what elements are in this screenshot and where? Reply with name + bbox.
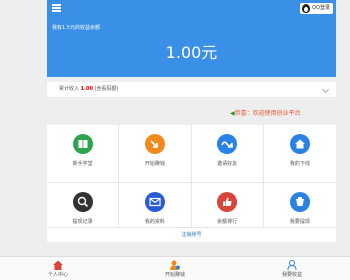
tab-my-earnings[interactable]: 我要收益 [234, 257, 350, 280]
withdraw-icon [289, 192, 310, 212]
top-bar: QQ登录 [47, 0, 336, 17]
book-icon [72, 134, 93, 154]
arrow-icon [144, 134, 165, 154]
grid-item-invite[interactable]: 邀请好友 [191, 125, 264, 183]
chevron-down-icon [321, 85, 330, 94]
income-suffix: (含看码额) [94, 86, 119, 92]
qq-login-label: QQ登录 [312, 5, 330, 11]
user-icon [287, 260, 297, 270]
qq-icon [302, 4, 311, 13]
qq-login-button[interactable]: QQ登录 [300, 3, 333, 14]
thumbs-up-icon [217, 192, 238, 212]
tab-label: 开始赚钱 [164, 272, 185, 278]
tab-label: 个人中心 [47, 272, 68, 278]
search-icon [72, 192, 93, 212]
mail-icon [144, 192, 165, 212]
balance-label: 我有1.5元的收益余额 [52, 25, 100, 31]
grid-item-start-earning[interactable]: 开始赚钱 [119, 125, 192, 183]
tab-start-earning[interactable]: 开始赚钱 [117, 257, 233, 280]
notice-marquee: ◀恭喜：欢迎使用创业平台 [230, 108, 336, 117]
bottom-tab-bar: 个人中心 开始赚钱 我要收益 [0, 256, 350, 280]
income-prefix: 累计收入 [59, 86, 80, 92]
grid-label: 提现记录 [72, 219, 93, 225]
balance-panel: 我有1.5元的收益余额 1.00元 [47, 17, 336, 77]
income-row[interactable]: 累计收入 1.00 (含看码额) [47, 82, 336, 97]
grid-label: 开始赚钱 [144, 161, 165, 167]
grid-item-downline[interactable]: 我的下线 [263, 125, 336, 183]
notice-text: 恭喜：欢迎使用创业平台 [234, 110, 301, 117]
home-icon [53, 260, 63, 270]
menu-icon[interactable] [52, 4, 61, 12]
logout-button[interactable]: 注销账号 [47, 227, 336, 241]
invite-icon [217, 134, 238, 154]
grid-label: 我的下线 [289, 161, 310, 167]
grid-label: 邀请好友 [217, 161, 238, 167]
house-icon [289, 134, 310, 154]
feature-grid: 新手学堂 开始赚钱 邀请好友 我的下线 提现记录 我的资料 余额排行 我要提现 [47, 125, 336, 242]
earn-icon [170, 260, 180, 270]
grid-label: 我要提现 [289, 219, 310, 225]
grid-label: 新手学堂 [72, 161, 93, 167]
income-value: 1.00 [80, 86, 93, 92]
tab-label: 我要收益 [281, 272, 302, 278]
grid-item-tutorial[interactable]: 新手学堂 [47, 125, 120, 183]
tab-personal-center[interactable]: 个人中心 [0, 257, 116, 280]
balance-amount: 1.00元 [165, 43, 218, 62]
grid-label: 余额排行 [217, 219, 238, 225]
grid-label: 我的资料 [144, 219, 165, 225]
